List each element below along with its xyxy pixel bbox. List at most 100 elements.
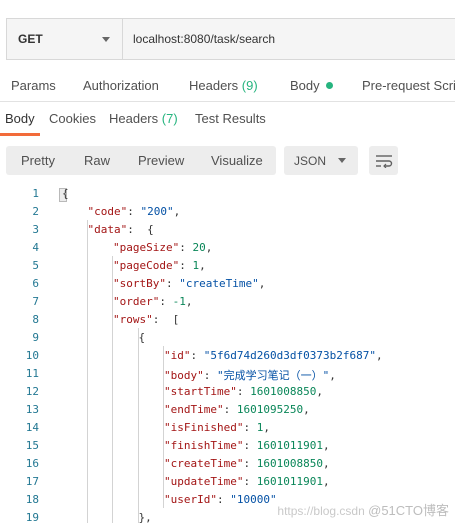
json-key: "startTime" — [164, 385, 237, 398]
code-text: }, — [138, 511, 152, 523]
tab-test-results[interactable]: Test Results — [195, 111, 266, 126]
json-key: "body" — [164, 369, 204, 382]
tab-authorization[interactable]: Authorization — [83, 78, 159, 93]
tab-response-body[interactable]: Body — [5, 111, 35, 126]
json-value: "5f6d74d260d3df0373b2f687" — [203, 349, 376, 362]
url-input[interactable]: localhost:8080/task/search — [123, 19, 455, 59]
tab-body[interactable]: Body — [290, 78, 333, 93]
code-line: 3 "data": { — [0, 223, 455, 241]
json-punctuation: , — [329, 369, 336, 382]
json-key: "code" — [87, 205, 128, 218]
json-key: "pageSize" — [113, 241, 180, 254]
visualize-button[interactable]: Visualize — [211, 153, 263, 168]
tab-cookies[interactable]: Cookies — [49, 111, 96, 126]
tab-response-headers[interactable]: Headers (7) — [109, 111, 178, 126]
code-line: 4 "pageSize": 20, — [0, 241, 455, 259]
code-text: "userId": "10000" — [164, 493, 277, 506]
watermark: https://blog.csdn @51CTO博客 — [277, 500, 449, 519]
json-punctuation: , — [322, 457, 330, 470]
method-label: GET — [18, 32, 43, 46]
line-number: 8 — [32, 313, 39, 326]
code-line: 15 "finishTime": 1601011901, — [0, 439, 455, 457]
code-line: 16 "createTime": 1601008850, — [0, 457, 455, 475]
tab-pre-request-script[interactable]: Pre-request Scrip — [362, 78, 455, 93]
json-value: "200" — [140, 205, 174, 218]
json-punctuation: , — [375, 349, 383, 362]
code-line: 17 "updateTime": 1601011901, — [0, 475, 455, 493]
json-key: "endTime" — [164, 403, 224, 416]
tab-headers-label: Headers — [189, 78, 239, 93]
wrap-lines-button[interactable] — [369, 146, 398, 175]
code-text: "pageSize": 20, — [113, 241, 213, 254]
chevron-down-icon — [102, 36, 110, 42]
json-key: "updateTime" — [164, 475, 244, 488]
format-label: JSON — [294, 153, 327, 168]
json-value: 1601008850 — [250, 385, 317, 398]
code-line: 5 "pageCode": 1, — [0, 259, 455, 277]
chevron-down-icon — [338, 158, 346, 163]
request-tabs: Params Authorization Headers (9) Body Pr… — [0, 70, 455, 102]
response-body-viewer[interactable]: 1{2 "code": "200", 3 "data": {4 "pageSize": … — [0, 184, 455, 523]
format-select[interactable]: JSON — [284, 146, 358, 175]
json-key: "pageCode" — [113, 259, 180, 272]
line-number: 5 — [32, 259, 39, 272]
line-number: 16 — [25, 457, 39, 470]
json-value: 1601011901 — [256, 475, 323, 488]
code-text: "data": { — [87, 223, 154, 236]
code-line: 10 "id": "5f6d74d260d3df0373b2f687", — [0, 349, 455, 367]
headers-count: (9) — [241, 78, 258, 93]
tab-params[interactable]: Params — [11, 78, 56, 93]
json-value: -1 — [172, 295, 186, 308]
code-text: { — [62, 187, 69, 200]
method-select[interactable]: GET — [7, 19, 123, 59]
code-line: 6 "sortBy": "createTime", — [0, 277, 455, 295]
json-key: "id" — [164, 349, 191, 362]
json-punctuation: , — [263, 421, 270, 434]
request-bar: GET localhost:8080/task/search — [6, 18, 455, 60]
line-number: 1 — [32, 187, 39, 200]
json-key: "createTime" — [164, 457, 244, 470]
json-punctuation: , — [199, 259, 206, 272]
tab-headers[interactable]: Headers (9) — [189, 78, 258, 93]
json-punctuation: , — [322, 475, 330, 488]
code-text: "updateTime": 1601011901, — [164, 475, 330, 488]
code-text: "sortBy": "createTime", — [113, 277, 266, 290]
line-number: 15 — [25, 439, 39, 452]
line-number: 11 — [25, 367, 39, 380]
pretty-button[interactable]: Pretty — [21, 153, 55, 168]
line-number: 10 — [25, 349, 39, 362]
response-headers-count: (7) — [161, 111, 178, 126]
code-line: 9{ — [0, 331, 455, 349]
json-punctuation: , — [316, 385, 323, 398]
json-key: "data" — [87, 223, 128, 236]
json-key: "sortBy" — [113, 277, 166, 290]
status-dot-icon — [325, 82, 333, 89]
json-value: 1601095250 — [236, 403, 304, 416]
watermark-url: https://blog.csdn — [277, 504, 365, 518]
raw-button[interactable]: Raw — [84, 153, 110, 168]
json-punctuation: { — [140, 223, 154, 236]
preview-button[interactable]: Preview — [138, 153, 184, 168]
line-number: 13 — [25, 403, 39, 416]
view-mode-group: Pretty Raw Preview Visualize — [6, 146, 276, 175]
line-number: 4 — [32, 241, 39, 254]
line-number: 14 — [25, 421, 39, 434]
code-line: 2 "code": "200", — [0, 205, 455, 223]
line-number: 2 — [32, 205, 39, 218]
code-line: 8 "rows": [ — [0, 313, 455, 331]
tab-response-headers-label: Headers — [109, 111, 159, 126]
line-number: 18 — [25, 493, 39, 506]
code-text: "rows": [ — [113, 313, 180, 326]
code-text: "body": "完成学习笔记（一）", — [164, 369, 336, 382]
json-key: "order" — [113, 295, 160, 308]
json-punctuation: , — [205, 241, 213, 254]
json-value: "完成学习笔记（一）" — [217, 369, 330, 382]
code-text: "createTime": 1601008850, — [164, 457, 330, 470]
json-value: 20 — [192, 241, 206, 254]
json-key: "userId" — [164, 493, 217, 506]
json-key: "isFinished" — [164, 421, 244, 434]
json-value: "createTime" — [179, 277, 259, 290]
json-punctuation: , — [303, 403, 310, 416]
line-number: 6 — [32, 277, 39, 290]
json-punctuation: , — [185, 295, 193, 308]
